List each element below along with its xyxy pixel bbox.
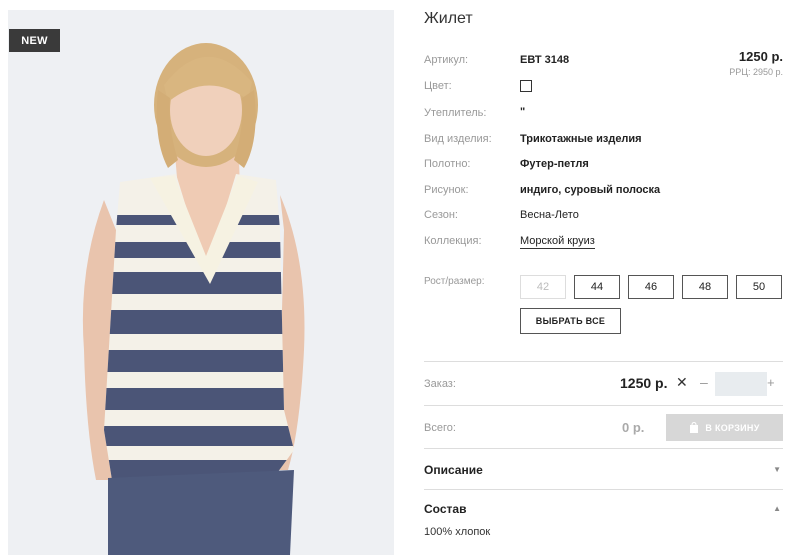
new-badge: NEW: [9, 29, 60, 52]
season-label: Сезон:: [424, 209, 458, 221]
add-to-cart-button[interactable]: В КОРЗИНУ: [666, 414, 783, 441]
divider: [424, 361, 783, 362]
quantity-input[interactable]: [715, 372, 767, 396]
fabric-label: Полотно:: [424, 158, 471, 170]
size-option-46[interactable]: 46: [628, 275, 674, 299]
pattern-value: индиго, суровый полоска: [520, 184, 661, 196]
product-photo[interactable]: [8, 10, 394, 555]
product-type-label: Вид изделия:: [424, 133, 492, 145]
order-label: Заказ:: [424, 378, 456, 390]
color-swatch[interactable]: [520, 80, 532, 92]
size-option-50[interactable]: 50: [736, 275, 782, 299]
description-section-title[interactable]: Описание: [424, 463, 483, 477]
season-value: Весна-Лето: [520, 209, 579, 221]
bag-icon: [690, 422, 699, 433]
collection-label: Коллекция:: [424, 235, 482, 247]
increment-button[interactable]: +: [767, 375, 775, 390]
model-illustration: [82, 43, 305, 555]
product-price: 1250 р.: [738, 49, 783, 64]
add-to-cart-label: В КОРЗИНУ: [705, 422, 760, 433]
times-icon: ✕: [676, 374, 688, 390]
chevron-up-icon[interactable]: ▲: [773, 504, 781, 513]
insulation-value: ": [520, 106, 526, 118]
select-all-button[interactable]: ВЫБРАТЬ ВСЕ: [520, 308, 621, 334]
composition-text: 100% хлопок: [424, 526, 491, 538]
decrement-button[interactable]: –: [700, 374, 708, 390]
divider: [424, 489, 783, 490]
rrp-price: РРЦ: 2950 р.: [729, 67, 783, 77]
product-title: Жилет: [424, 10, 473, 27]
size-option-44[interactable]: 44: [574, 275, 620, 299]
order-price: 1250 р.: [620, 375, 668, 391]
chevron-down-icon[interactable]: ▼: [773, 465, 781, 474]
divider: [424, 448, 783, 449]
size-option-48[interactable]: 48: [682, 275, 728, 299]
fabric-value: Футер-петля: [520, 158, 589, 170]
pattern-label: Рисунок:: [424, 184, 469, 196]
divider: [424, 405, 783, 406]
composition-section-title[interactable]: Состав: [424, 502, 466, 516]
collection-link-text[interactable]: Морской круиз: [520, 235, 595, 249]
size-label: Рост/размер:: [424, 276, 485, 287]
article-value: ЕВТ 3148: [520, 54, 570, 66]
size-option-42[interactable]: 42: [520, 275, 566, 299]
total-label: Всего:: [424, 422, 456, 434]
collection-link[interactable]: Морской круиз: [520, 235, 595, 249]
color-label: Цвет:: [424, 80, 452, 92]
product-type-value: Трикотажные изделия: [520, 133, 642, 145]
total-value: 0 р.: [622, 420, 645, 435]
insulation-label: Утеплитель:: [424, 107, 487, 119]
article-label: Артикул:: [424, 54, 469, 66]
